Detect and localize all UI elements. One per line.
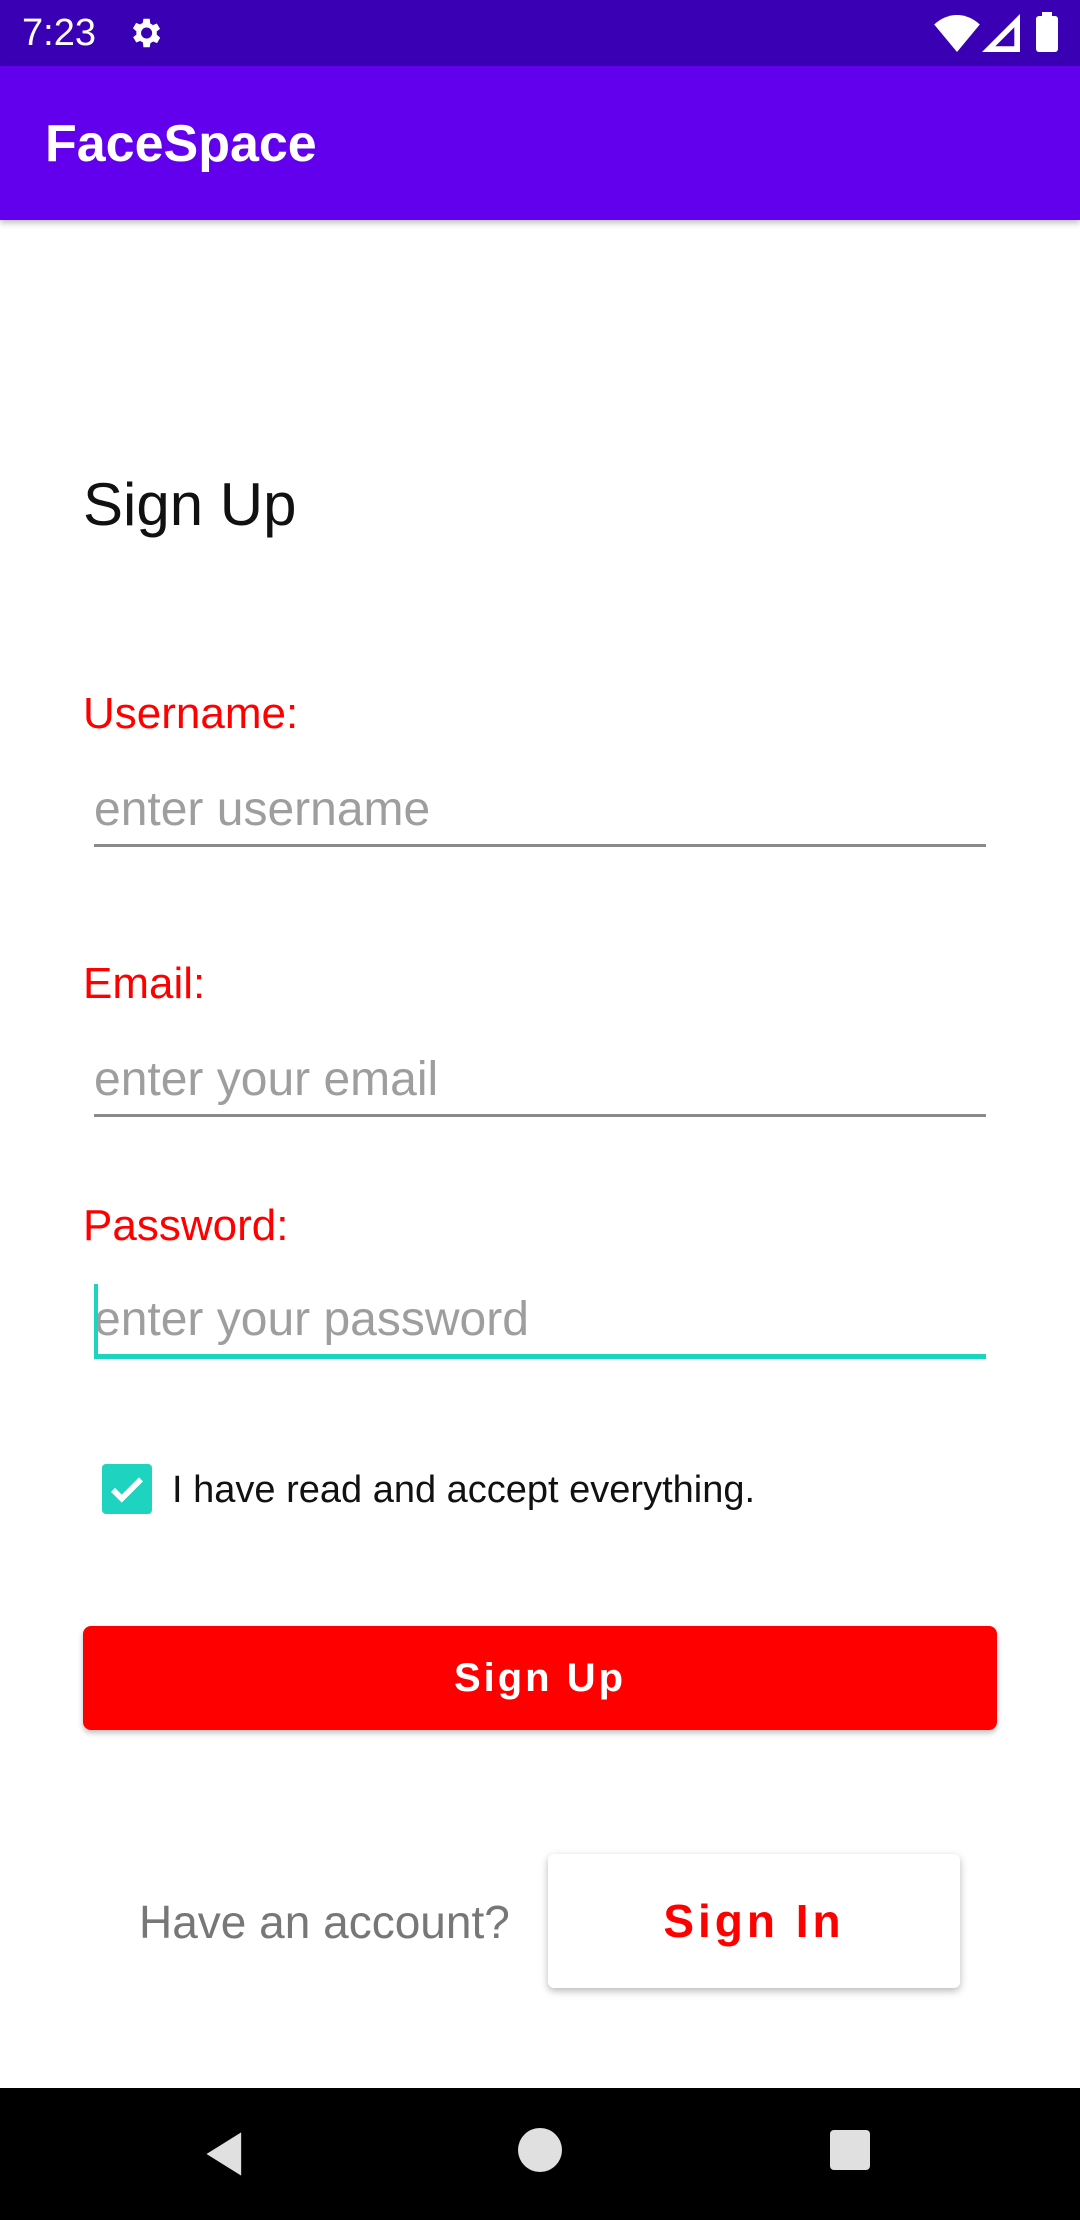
home-icon[interactable]: [518, 2128, 562, 2172]
page-title: Sign Up: [83, 471, 297, 538]
wifi-icon: [934, 14, 980, 52]
accept-checkbox-label[interactable]: I have read and accept everything.: [172, 1466, 755, 1514]
app-title: FaceSpace: [45, 115, 317, 173]
recents-icon[interactable]: [830, 2130, 870, 2170]
username-label: Username:: [83, 689, 299, 738]
sign-in-button[interactable]: Sign In: [548, 1854, 960, 1988]
username-input[interactable]: [94, 774, 986, 847]
navigation-bar: [0, 2088, 1080, 2220]
accept-checkbox[interactable]: [102, 1464, 152, 1514]
settings-gear-icon: [126, 14, 164, 52]
password-label: Password:: [83, 1201, 289, 1250]
app-bar: FaceSpace: [0, 66, 1080, 220]
back-icon[interactable]: [200, 2128, 252, 2180]
sign-up-button[interactable]: Sign Up: [83, 1626, 997, 1730]
email-input[interactable]: [94, 1044, 986, 1117]
text-cursor: [94, 1284, 98, 1354]
have-account-prompt: Have an account?: [139, 1896, 510, 1948]
cell-signal-icon: [982, 14, 1020, 52]
checkmark-icon: [111, 1477, 143, 1503]
status-bar: 7:23: [0, 0, 1080, 66]
password-input[interactable]: [94, 1284, 986, 1359]
battery-icon: [1036, 12, 1058, 52]
status-time: 7:23: [22, 12, 96, 54]
email-label: Email:: [83, 959, 206, 1008]
